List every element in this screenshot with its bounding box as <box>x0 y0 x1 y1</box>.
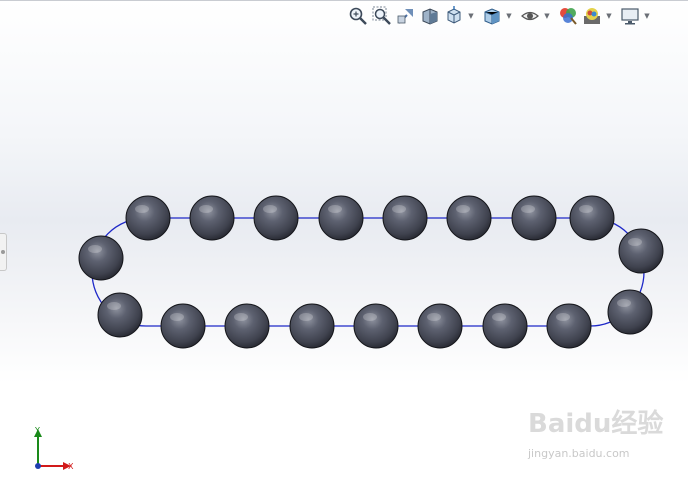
sphere[interactable] <box>289 303 335 349</box>
triad-x-label: X <box>68 462 74 471</box>
sphere[interactable] <box>569 195 615 241</box>
sphere[interactable] <box>446 195 492 241</box>
sphere-highlight <box>392 205 406 213</box>
sphere[interactable] <box>78 235 124 281</box>
sphere-highlight <box>299 313 313 321</box>
sphere-highlight <box>363 313 377 321</box>
sphere-highlight <box>628 238 642 246</box>
sphere[interactable] <box>97 292 143 338</box>
sphere[interactable] <box>482 303 528 349</box>
sphere[interactable] <box>546 303 592 349</box>
sphere-highlight <box>107 302 121 310</box>
sphere-highlight <box>556 313 570 321</box>
watermark-logo: Baidu经验 <box>528 409 664 439</box>
sphere[interactable] <box>125 195 171 241</box>
sphere-highlight <box>199 205 213 213</box>
triad-y-label: Y <box>35 426 40 435</box>
sphere-highlight <box>521 205 535 213</box>
sphere-highlight <box>579 205 593 213</box>
sphere-highlight <box>263 205 277 213</box>
sphere[interactable] <box>511 195 557 241</box>
sphere[interactable] <box>607 289 653 335</box>
sphere-highlight <box>456 205 470 213</box>
sphere[interactable] <box>189 195 235 241</box>
baidu-watermark: Baidu经验 jingyan.baidu.com <box>528 403 678 469</box>
watermark-url: jingyan.baidu.com <box>528 447 630 460</box>
sphere[interactable] <box>618 228 664 274</box>
sphere-highlight <box>328 205 342 213</box>
sphere-highlight <box>88 245 102 253</box>
sphere[interactable] <box>253 195 299 241</box>
sphere-highlight <box>492 313 506 321</box>
sphere[interactable] <box>224 303 270 349</box>
sphere[interactable] <box>353 303 399 349</box>
sphere[interactable] <box>318 195 364 241</box>
sphere-highlight <box>135 205 149 213</box>
sphere-highlight <box>427 313 441 321</box>
sphere-highlight <box>617 299 631 307</box>
sphere-pattern[interactable] <box>78 195 664 349</box>
sphere-highlight <box>234 313 248 321</box>
sphere[interactable] <box>417 303 463 349</box>
reference-triad: Y X <box>28 426 78 476</box>
sphere[interactable] <box>160 303 206 349</box>
sphere[interactable] <box>382 195 428 241</box>
sphere-highlight <box>170 313 184 321</box>
